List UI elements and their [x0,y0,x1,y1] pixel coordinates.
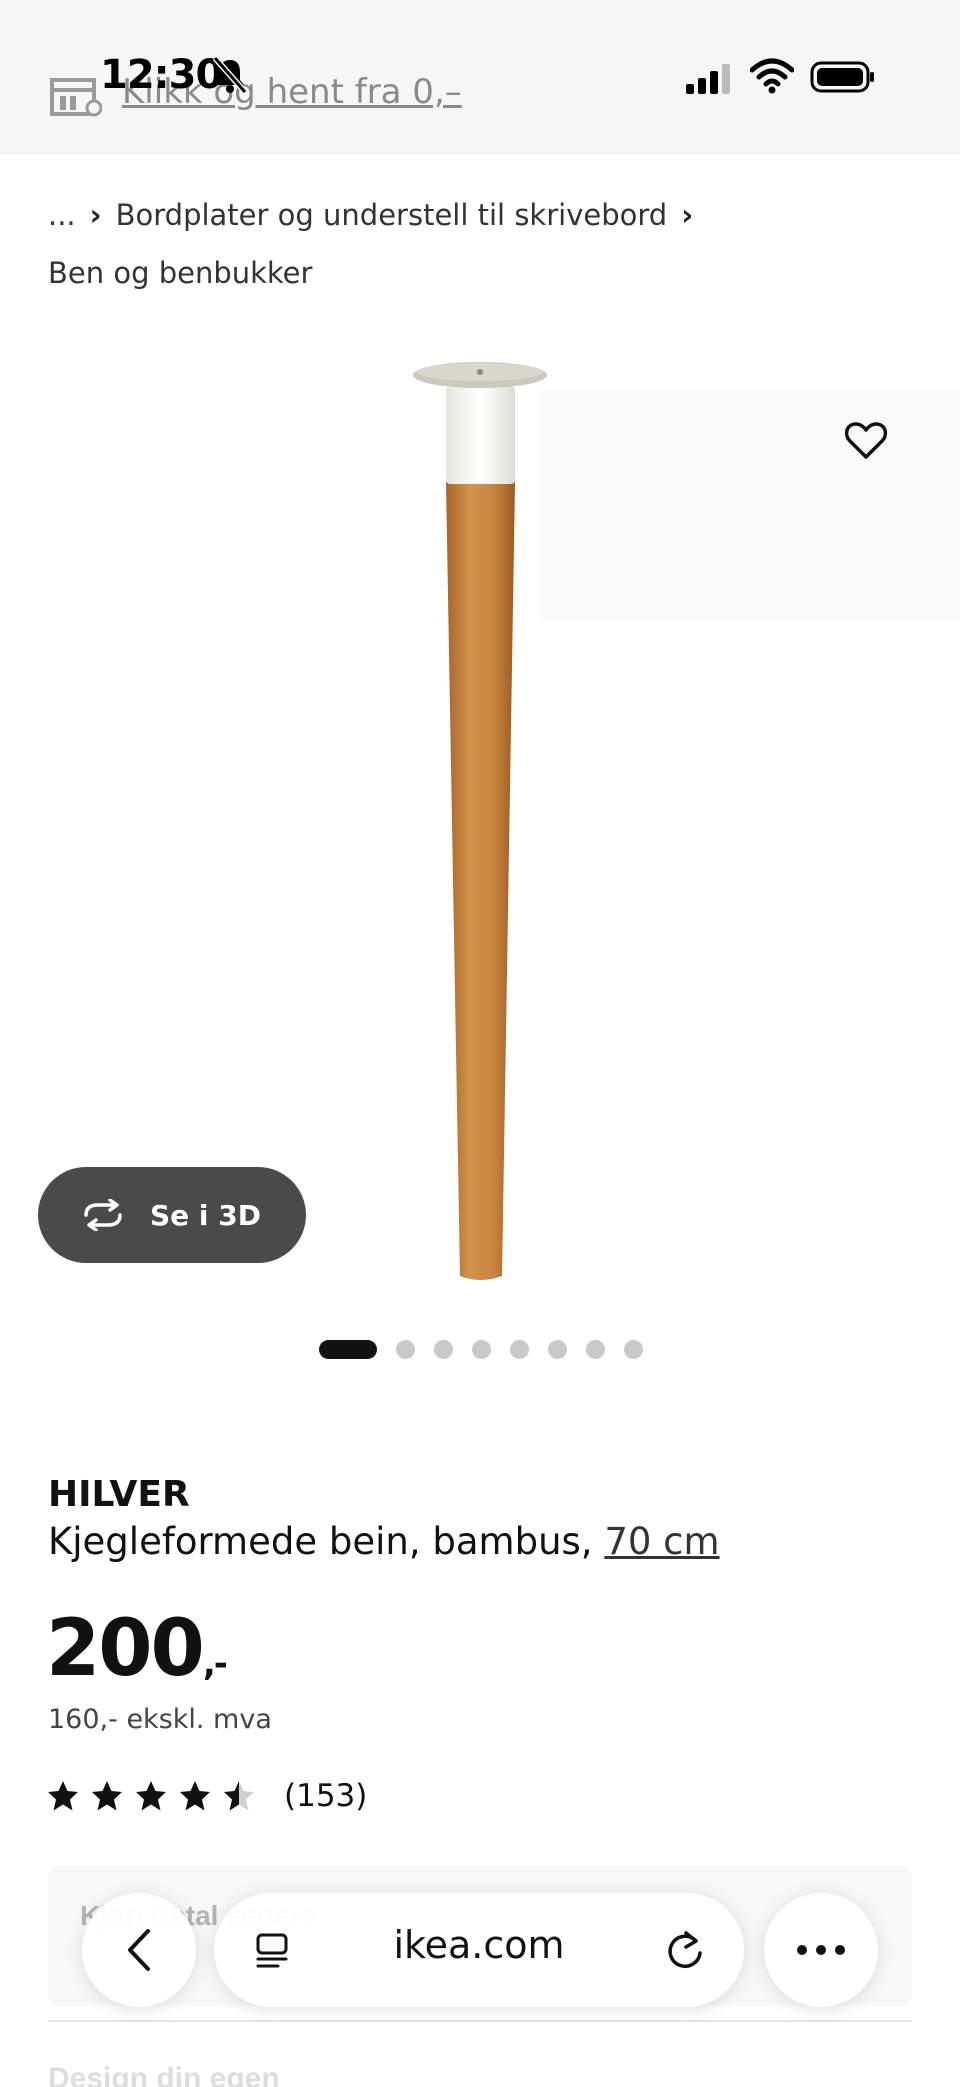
carousel-dot[interactable] [472,1339,491,1359]
product-image[interactable] [0,320,960,1310]
wifi-icon [750,58,794,94]
product-description-text: Kjegleformede bein, bambus, [48,1520,593,1563]
star-icon [180,1781,210,1811]
chevron-left-icon [128,1929,150,1971]
see-3d-button[interactable]: Se i 3D [38,1167,306,1263]
bell-slash-icon [212,56,248,94]
address-bar[interactable]: ikea.com [214,1893,744,2007]
breadcrumb-ellipsis[interactable]: ... [48,198,76,232]
carousel-dot[interactable] [319,1339,377,1359]
more-button[interactable] [764,1893,878,2007]
carousel-dot[interactable] [434,1339,453,1359]
cellular-signal-icon [686,64,730,94]
next-section-heading: Design din egen [48,2062,280,2087]
product-size-link[interactable]: 70 cm [604,1520,719,1563]
ellipsis-icon [797,1945,845,1955]
star-icon [136,1781,166,1811]
status-time: 12:30 [100,52,223,98]
back-button[interactable] [82,1893,196,2007]
product-name: HILVER [48,1474,190,1515]
see-3d-label: Se i 3D [150,1198,261,1232]
heart-icon [844,422,888,459]
divider [48,2020,912,2022]
carousel-dots [0,1338,960,1360]
carousel-dot[interactable] [586,1339,605,1359]
breadcrumb-item-legs[interactable]: Ben og benbukker [48,256,312,290]
carousel-dot[interactable] [624,1339,643,1359]
price-suffix: ,- [202,1644,228,1684]
breadcrumb-separator: › [89,198,102,232]
rating[interactable]: (153) [46,1778,367,1814]
star-half-icon [224,1781,254,1811]
breadcrumb-separator: › [681,198,694,232]
carousel-dot[interactable] [548,1339,567,1359]
battery-icon [810,61,874,93]
carousel-dot[interactable] [510,1339,529,1359]
price-value: 200 [46,1604,205,1694]
carousel-dot[interactable] [396,1339,415,1359]
review-count: (153) [284,1778,368,1814]
breadcrumb: ... › Bordplater og understell til skriveb… [48,186,908,302]
star-icon [48,1781,78,1811]
price-excl-vat: 160,- ekskl. mva [48,1704,272,1735]
rotate-3d-icon [84,1199,122,1231]
star-icon [92,1781,122,1811]
favorite-button[interactable] [826,400,906,480]
reload-icon[interactable] [664,1929,706,1971]
breadcrumb-item-desks[interactable]: Bordplater og understell til skrivebord [116,198,668,232]
store-icon [50,78,102,117]
product-price: 200,- [46,1604,228,1694]
product-description: Kjegleformede bein, bambus, 70 cm [48,1520,720,1563]
